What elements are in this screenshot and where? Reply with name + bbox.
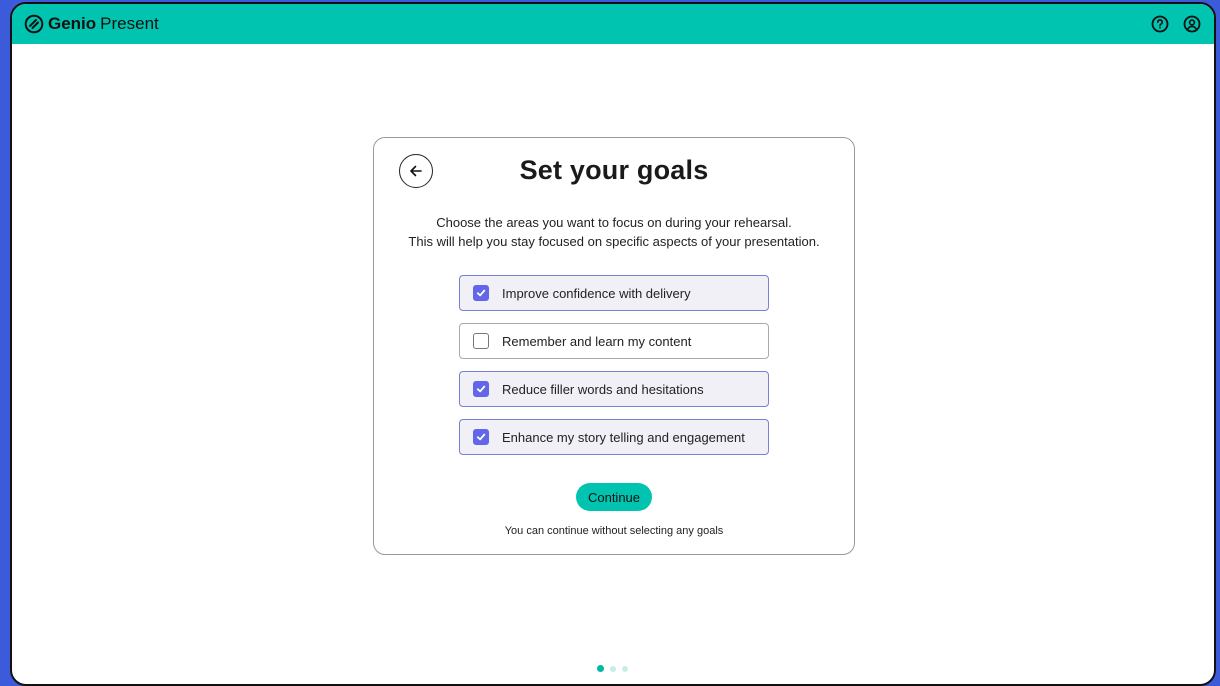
- brand-name-bold: Genio: [48, 14, 97, 33]
- checkmark-icon: [476, 385, 486, 393]
- top-bar: Genio Present: [12, 4, 1214, 44]
- goal-label: Reduce filler words and hesitations: [502, 381, 704, 397]
- pagination-dot-3[interactable]: [622, 665, 628, 672]
- brand-logo[interactable]: Genio Present: [24, 14, 159, 34]
- goal-option-confidence[interactable]: Improve confidence with delivery: [459, 275, 769, 311]
- page-title: Set your goals: [519, 155, 709, 185]
- account-icon[interactable]: [1182, 14, 1202, 34]
- goal-option-storytelling[interactable]: Enhance my story telling and engagement: [459, 419, 769, 455]
- checkbox[interactable]: [473, 381, 489, 397]
- description-line-1: Choose the areas you want to focus on du…: [436, 215, 792, 230]
- checkbox[interactable]: [473, 429, 489, 445]
- checkbox[interactable]: [473, 285, 489, 301]
- pagination-dot-1[interactable]: [597, 665, 604, 672]
- checkbox[interactable]: [473, 333, 489, 349]
- goal-option-remember[interactable]: Remember and learn my content: [459, 323, 769, 359]
- goals-card: Set your goals Choose the areas you want…: [373, 137, 855, 555]
- goal-label: Remember and learn my content: [502, 333, 692, 349]
- pagination-dot-2[interactable]: [610, 665, 616, 672]
- description-line-2: This will help you stay focused on speci…: [408, 234, 820, 249]
- brand-name-light: Present: [100, 14, 159, 33]
- continue-button[interactable]: Continue: [576, 483, 652, 511]
- continue-hint: You can continue without selecting any g…: [504, 525, 724, 537]
- pagination-dots: [597, 665, 628, 672]
- goals-list: Improve confidence with delivery Remembe…: [459, 275, 769, 467]
- app-window: Genio Present Set your goals Choose the …: [10, 2, 1216, 686]
- goal-label: Improve confidence with delivery: [502, 285, 691, 301]
- description: Choose the areas you want to focus on du…: [374, 213, 854, 251]
- goal-label: Enhance my story telling and engagement: [502, 429, 745, 445]
- checkmark-icon: [476, 289, 486, 297]
- desktop-background: Genio Present Set your goals Choose the …: [0, 0, 1220, 686]
- checkmark-icon: [476, 433, 486, 441]
- logo-icon: [24, 14, 44, 34]
- goal-option-filler-words[interactable]: Reduce filler words and hesitations: [459, 371, 769, 407]
- help-icon[interactable]: [1150, 14, 1170, 34]
